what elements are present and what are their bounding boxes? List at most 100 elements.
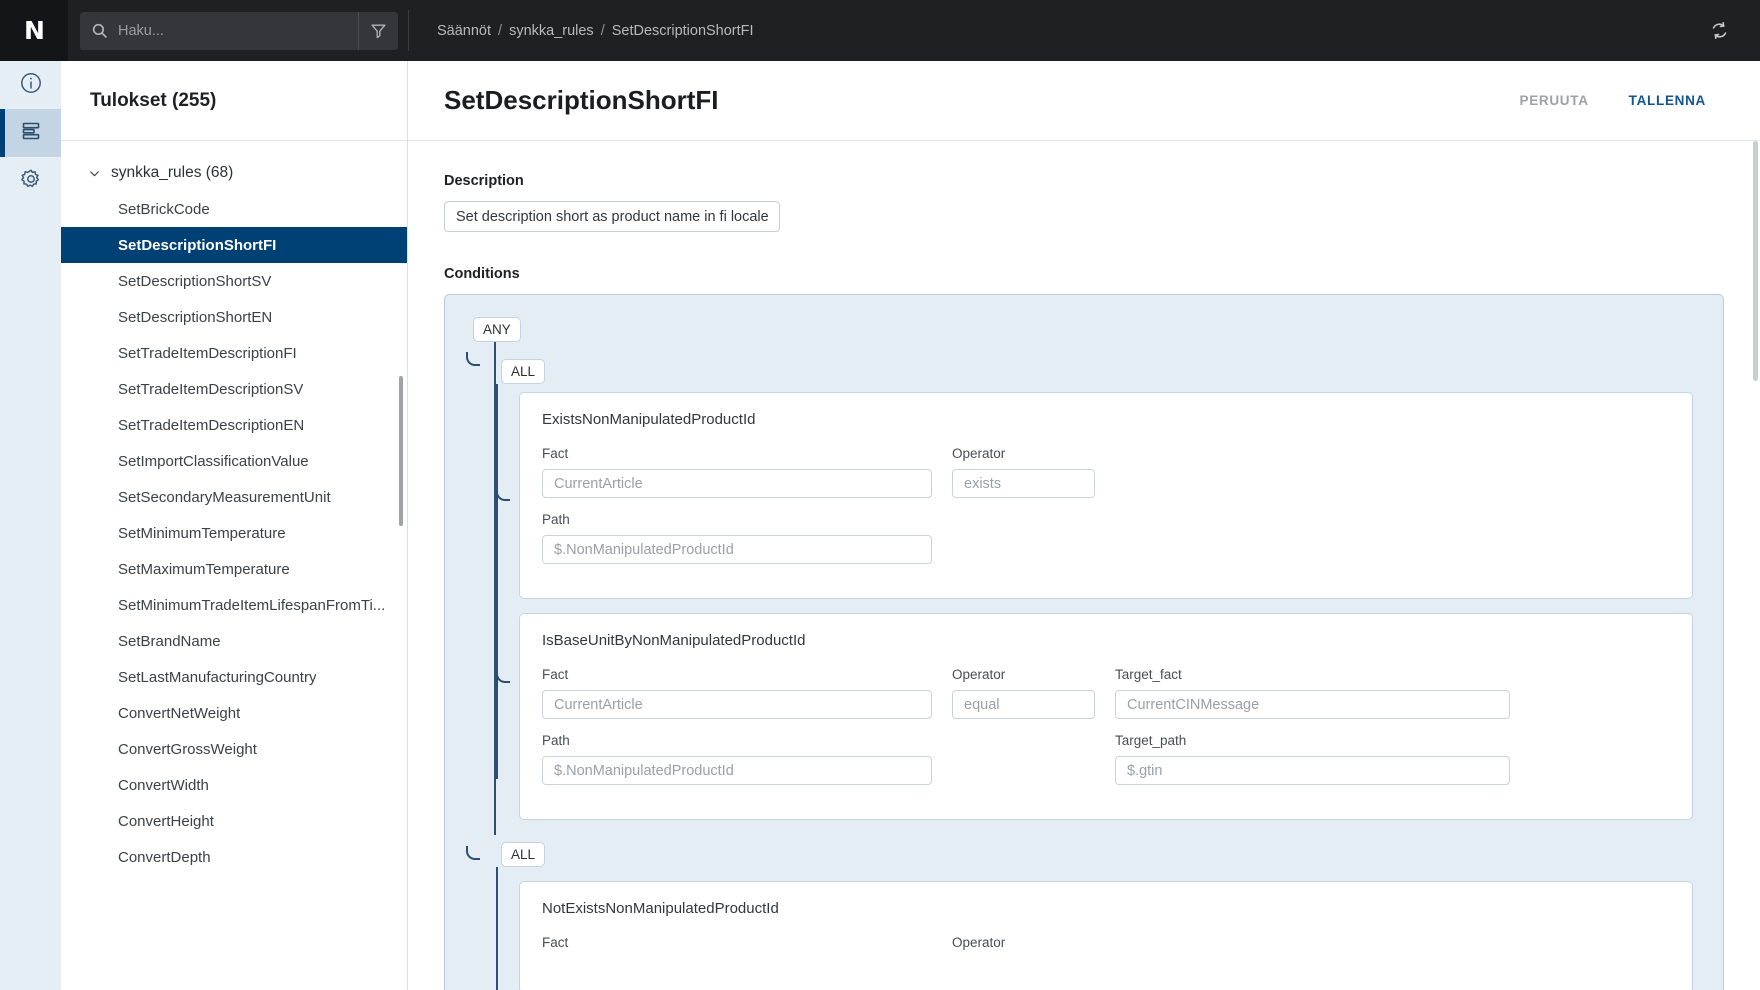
list-item[interactable]: SetMinimumTradeItemLifespanFromTi... [61, 587, 407, 623]
tree-connector-group-2 [496, 867, 498, 990]
breadcrumb-item-root[interactable]: Säännöt [437, 23, 491, 39]
fact-input[interactable] [542, 690, 932, 719]
operator-input[interactable] [952, 469, 1095, 498]
operator-label: Operator [952, 667, 1006, 682]
list-item-label: SetMinimumTemperature [118, 524, 286, 542]
list-item[interactable]: ConvertGrossWeight [61, 731, 407, 767]
list-item[interactable]: SetTradeItemDescriptionSV [61, 371, 407, 407]
list-item[interactable]: SetTradeItemDescriptionFI [61, 335, 407, 371]
list-item[interactable]: ConvertHeight [61, 803, 407, 839]
conditions-tree: ANY ALL ExistsNonManipulatedProductId Fa… [444, 294, 1724, 990]
description-input[interactable] [444, 201, 780, 232]
body-row: Tulokset (255) synkka_rules (68) SetBric… [0, 61, 1760, 990]
sidebar-group-synkka-rules[interactable]: synkka_rules (68) [61, 155, 407, 191]
condition-row: Fact Operator Target_fact [542, 667, 1670, 719]
list-item[interactable]: ConvertWidth [61, 767, 407, 803]
conditions-label: Conditions [444, 266, 520, 282]
search-area [68, 0, 408, 61]
list-item-label: SetMaximumTemperature [118, 560, 290, 578]
list-item[interactable]: SetDescriptionShortEN [61, 299, 407, 335]
condition-card: ExistsNonManipulatedProductId Fact Opera… [519, 392, 1693, 599]
list-item[interactable]: SetMinimumTemperature [61, 515, 407, 551]
condition-title: NotExistsNonManipulatedProductId [542, 900, 779, 917]
list-item[interactable]: ConvertNetWeight [61, 695, 407, 731]
cancel-button[interactable]: PERUUTA [1506, 85, 1603, 116]
condition-group-1: ALL ExistsNonManipulatedProductId Fact C… [445, 342, 1723, 820]
tree-connector-group-1 [496, 384, 498, 779]
search-input[interactable] [118, 22, 358, 39]
path-label: Path [542, 733, 570, 748]
list-item-label: SetImportClassificationValue [118, 452, 309, 470]
list-item-selected[interactable]: SetDescriptionShortFI [61, 227, 407, 263]
list-item-label: ConvertDepth [118, 848, 211, 866]
list-item[interactable]: SetLastManufacturingCountry [61, 659, 407, 695]
fact-input[interactable] [542, 469, 932, 498]
target-fact-field: Target_fact [1115, 667, 1510, 719]
icon-rail [0, 61, 61, 990]
list-item-label: ConvertGrossWeight [118, 740, 257, 758]
info-icon [19, 71, 43, 100]
condition-title: ExistsNonManipulatedProductId [542, 411, 756, 428]
app-logo[interactable]: N [0, 0, 68, 61]
sidebar-scrollbar[interactable] [399, 376, 403, 526]
list-item[interactable]: SetTradeItemDescriptionEN [61, 407, 407, 443]
operator-input[interactable] [952, 690, 1095, 719]
list-item[interactable]: ConvertDepth [61, 839, 407, 875]
gear-icon [19, 167, 43, 196]
target-path-field: Target_path [1115, 733, 1510, 785]
list-item-label: SetDescriptionShortSV [118, 272, 272, 290]
list-item[interactable]: SetSecondaryMeasurementUnit [61, 479, 407, 515]
target-fact-label: Target_fact [1115, 667, 1182, 682]
sync-refresh-icon[interactable] [1704, 16, 1734, 46]
fact-label: Fact [542, 935, 569, 950]
operator-field: Operator [952, 446, 1095, 498]
list-item[interactable]: SetDescriptionShortSV [61, 263, 407, 299]
list-item-label: SetLastManufacturingCountry [118, 668, 317, 686]
operator-label: Operator [952, 935, 1006, 950]
main-scrollbar[interactable] [1753, 141, 1758, 381]
breadcrumb-item-group[interactable]: synkka_rules [509, 23, 594, 39]
breadcrumb-item-current[interactable]: SetDescriptionShortFI [612, 23, 754, 39]
condition-row: Path [542, 512, 1670, 564]
logo-glyph: N [24, 16, 45, 45]
list-item[interactable]: SetBrickCode [61, 191, 407, 227]
save-button[interactable]: TALLENNA [1615, 85, 1720, 116]
rail-item-rules[interactable] [0, 109, 61, 157]
filter-button[interactable] [358, 11, 398, 50]
topbar-actions [1704, 0, 1760, 61]
group-operator-badge[interactable]: ALL [501, 359, 546, 384]
search-box[interactable] [80, 11, 398, 50]
breadcrumb: Säännöt / synkka_rules / SetDescriptionS… [409, 0, 1704, 61]
description-label: Description [444, 173, 524, 189]
list-item-label: ConvertHeight [118, 812, 214, 830]
list-item[interactable]: SetBrandName [61, 623, 407, 659]
tree-elbow [496, 669, 510, 683]
top-bar: N Säännöt / synkka_rules [0, 0, 1760, 61]
row-spacer [952, 733, 1095, 785]
condition-title: IsBaseUnitByNonManipulatedProductId [542, 632, 806, 649]
target-fact-input[interactable] [1115, 690, 1510, 719]
list-item-label: ConvertWidth [118, 776, 209, 794]
rail-item-info[interactable] [0, 61, 61, 109]
fact-field: Fact [542, 446, 932, 498]
path-field: Path [542, 512, 932, 564]
rail-item-settings[interactable] [0, 157, 61, 205]
main-header: SetDescriptionShortFI PERUUTA TALLENNA [408, 61, 1760, 141]
fact-label: Fact [542, 446, 569, 461]
breadcrumb-separator: / [498, 22, 503, 39]
path-field: Path [542, 733, 932, 785]
list-item[interactable]: SetImportClassificationValue [61, 443, 407, 479]
target-path-input[interactable] [1115, 756, 1510, 785]
list-item-label: ConvertNetWeight [118, 704, 241, 722]
list-item-label: SetDescriptionShortEN [118, 308, 273, 326]
root-operator-badge[interactable]: ANY [473, 317, 521, 342]
group-operator-badge[interactable]: ALL [501, 842, 546, 867]
path-input[interactable] [542, 756, 932, 785]
path-input[interactable] [542, 535, 932, 564]
list-item-label: SetBrandName [118, 632, 221, 650]
chevron-down-icon [88, 167, 101, 180]
results-list: synkka_rules (68) SetBrickCode SetDescri… [61, 141, 407, 990]
fact-field: Fact [542, 935, 932, 958]
list-item[interactable]: SetMaximumTemperature [61, 551, 407, 587]
search-icon [80, 22, 118, 39]
